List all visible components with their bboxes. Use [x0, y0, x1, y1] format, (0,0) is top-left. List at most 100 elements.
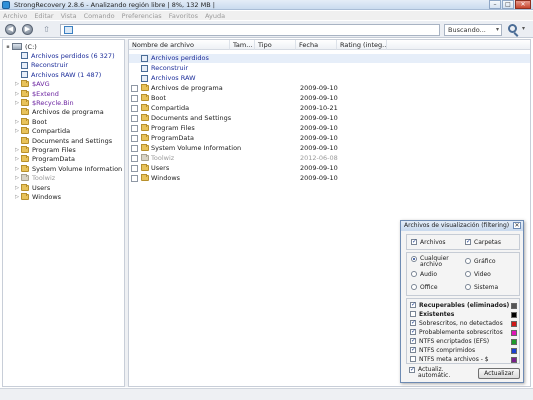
- type-radio-office[interactable]: Office: [411, 284, 438, 291]
- row-checkbox[interactable]: [131, 135, 138, 142]
- file-row-system-volume-information[interactable]: System Volume Information 2009-09-10: [129, 144, 530, 153]
- column-header-type[interactable]: Tipo: [255, 40, 296, 50]
- row-checkbox[interactable]: [131, 85, 138, 92]
- update-button[interactable]: Actualizar: [478, 368, 520, 379]
- expander-icon[interactable]: ▷: [14, 185, 20, 191]
- type-radio-audio[interactable]: Audio: [411, 271, 437, 278]
- expander-icon[interactable]: ▷: [14, 147, 20, 153]
- tree-item-windows[interactable]: ▷ Windows: [14, 192, 61, 201]
- expander-icon[interactable]: ▷: [14, 119, 20, 125]
- radio-icon[interactable]: [411, 271, 417, 277]
- file-row-toolwiz[interactable]: Toolwiz 2012-06-08: [129, 154, 530, 163]
- type-radio-gr-fico[interactable]: Gráfico: [465, 258, 496, 265]
- tree-item-users[interactable]: ▷ Users: [14, 183, 50, 192]
- state-checkbox-ntfs-meta-archivos[interactable]: NTFS meta archivos - $: [410, 356, 489, 363]
- menu-editar[interactable]: Editar: [34, 12, 53, 20]
- back-button[interactable]: ◀: [5, 24, 16, 35]
- menu-vista[interactable]: Vista: [61, 12, 77, 20]
- radio-icon[interactable]: [465, 271, 471, 277]
- row-checkbox[interactable]: [131, 95, 138, 102]
- file-row-reconstruir[interactable]: Reconstruir: [129, 64, 530, 73]
- file-row-archivos-de-programa[interactable]: Archivos de programa 2009-09-10: [129, 84, 530, 93]
- tree-item-c[interactable]: ▪ (C:): [5, 42, 37, 51]
- expander-icon[interactable]: ▷: [14, 91, 20, 97]
- expander-icon[interactable]: ▪: [5, 44, 11, 50]
- state-checkbox-recuperables-eliminados[interactable]: Recuperables (eliminados): [410, 301, 509, 309]
- menu-comando[interactable]: Comando: [84, 12, 115, 20]
- file-row-users[interactable]: Users 2009-09-10: [129, 164, 530, 173]
- color-swatch[interactable]: [511, 339, 517, 345]
- type-radio-sistema[interactable]: Sistema: [465, 284, 498, 291]
- tree-item-compartida[interactable]: ▷ Compartida: [14, 127, 70, 136]
- file-row-program-files[interactable]: Program Files 2009-09-10: [129, 124, 530, 133]
- tree-item-archivos-de-programa[interactable]: Archivos de programa: [14, 108, 104, 117]
- checkbox-icon[interactable]: [410, 301, 416, 308]
- checkbox-icon[interactable]: [410, 319, 416, 326]
- checkbox-icon[interactable]: [409, 366, 415, 373]
- tree-item-program-files[interactable]: ▷ Program Files: [14, 145, 76, 154]
- expander-icon[interactable]: ▷: [14, 194, 20, 200]
- color-swatch[interactable]: [511, 330, 517, 336]
- up-folder-button[interactable]: ⇧: [40, 24, 53, 35]
- tree-item-toolwiz[interactable]: ▷ Toolwiz: [14, 174, 55, 183]
- row-checkbox[interactable]: [131, 145, 138, 152]
- file-row-documents-and-settings[interactable]: Documents and Settings 2009-09-10: [129, 114, 530, 123]
- file-row-programdata[interactable]: ProgramData 2009-09-10: [129, 134, 530, 143]
- state-checkbox-probablemente-sobrescritos[interactable]: Probablemente sobrescritos: [410, 328, 503, 336]
- radio-icon[interactable]: [411, 256, 417, 262]
- column-header-rating[interactable]: Rating (integ...: [337, 40, 387, 50]
- row-checkbox[interactable]: [131, 155, 138, 162]
- tree-item-archivos-perdidos-6-327[interactable]: Archivos perdidos (6 327): [14, 51, 115, 60]
- files-checkbox[interactable]: Archivos: [411, 238, 446, 246]
- column-header-date[interactable]: Fecha: [296, 40, 337, 50]
- state-checkbox-sobrescritos-no-detectados[interactable]: Sobrescritos, no detectados: [410, 319, 503, 327]
- tree-item-system-volume-information[interactable]: ▷ System Volume Information: [14, 164, 122, 173]
- radio-icon[interactable]: [465, 258, 471, 264]
- color-swatch[interactable]: [511, 312, 517, 318]
- row-checkbox[interactable]: [131, 115, 138, 122]
- tree-item-avg[interactable]: ▷ $AVG: [14, 80, 50, 89]
- address-bar[interactable]: [60, 24, 440, 36]
- minimize-button[interactable]: –: [489, 0, 501, 9]
- color-swatch[interactable]: [511, 348, 517, 354]
- column-header-name[interactable]: Nombre de archivo: [129, 40, 230, 50]
- search-input[interactable]: Buscando... ▾: [444, 24, 502, 36]
- checkbox-icon[interactable]: [410, 311, 416, 317]
- chevron-down-icon[interactable]: ▾: [522, 25, 525, 32]
- color-swatch[interactable]: [511, 357, 517, 363]
- menu-preferencias[interactable]: Preferencias: [122, 12, 162, 20]
- state-checkbox-existentes[interactable]: Existentes: [410, 311, 454, 318]
- file-row-archivos-raw[interactable]: Archivos RAW: [129, 74, 530, 83]
- tree-item-boot[interactable]: ▷ Boot: [14, 117, 47, 126]
- folders-checkbox[interactable]: Carpetas: [465, 238, 501, 246]
- expander-icon[interactable]: ▷: [14, 81, 20, 87]
- row-checkbox[interactable]: [131, 125, 138, 132]
- expander-icon[interactable]: ▷: [14, 100, 20, 106]
- tree-item-documents-and-settings[interactable]: Documents and Settings: [14, 136, 112, 145]
- tree-item-reconstruir[interactable]: Reconstruir: [14, 61, 68, 70]
- tree-item-recycle-bin[interactable]: ▷ $Recycle.Bin: [14, 98, 74, 107]
- state-checkbox-ntfs-encriptados-efs[interactable]: NTFS encriptados (EFS): [410, 337, 489, 345]
- menu-ayuda[interactable]: Ayuda: [205, 12, 225, 20]
- checkbox-icon[interactable]: [410, 328, 416, 335]
- color-swatch[interactable]: [511, 321, 517, 327]
- file-row-compartida[interactable]: Compartida 2009-10-21: [129, 104, 530, 113]
- type-radio-video[interactable]: Video: [465, 271, 491, 278]
- chevron-down-icon[interactable]: ▾: [496, 26, 499, 33]
- checkbox-icon[interactable]: [465, 238, 471, 245]
- auto-update-checkbox[interactable]: Actualiz. automátic.: [409, 366, 452, 379]
- file-row-archivos-perdidos[interactable]: Archivos perdidos: [129, 54, 530, 63]
- expander-icon[interactable]: ▷: [14, 156, 20, 162]
- close-icon[interactable]: ✕: [513, 222, 521, 229]
- checkbox-icon[interactable]: [410, 356, 416, 362]
- column-header-size[interactable]: Tam...: [230, 40, 255, 50]
- search-button[interactable]: ▾: [506, 24, 530, 37]
- radio-icon[interactable]: [465, 284, 471, 290]
- menu-favoritos[interactable]: Favoritos: [169, 12, 198, 20]
- expander-icon[interactable]: ▷: [14, 166, 20, 172]
- checkbox-icon[interactable]: [410, 337, 416, 344]
- menu-archivo[interactable]: Archivo: [3, 12, 27, 20]
- tree-item-extend[interactable]: ▷ $Extend: [14, 89, 59, 98]
- color-swatch[interactable]: [511, 303, 517, 309]
- row-checkbox[interactable]: [131, 105, 138, 112]
